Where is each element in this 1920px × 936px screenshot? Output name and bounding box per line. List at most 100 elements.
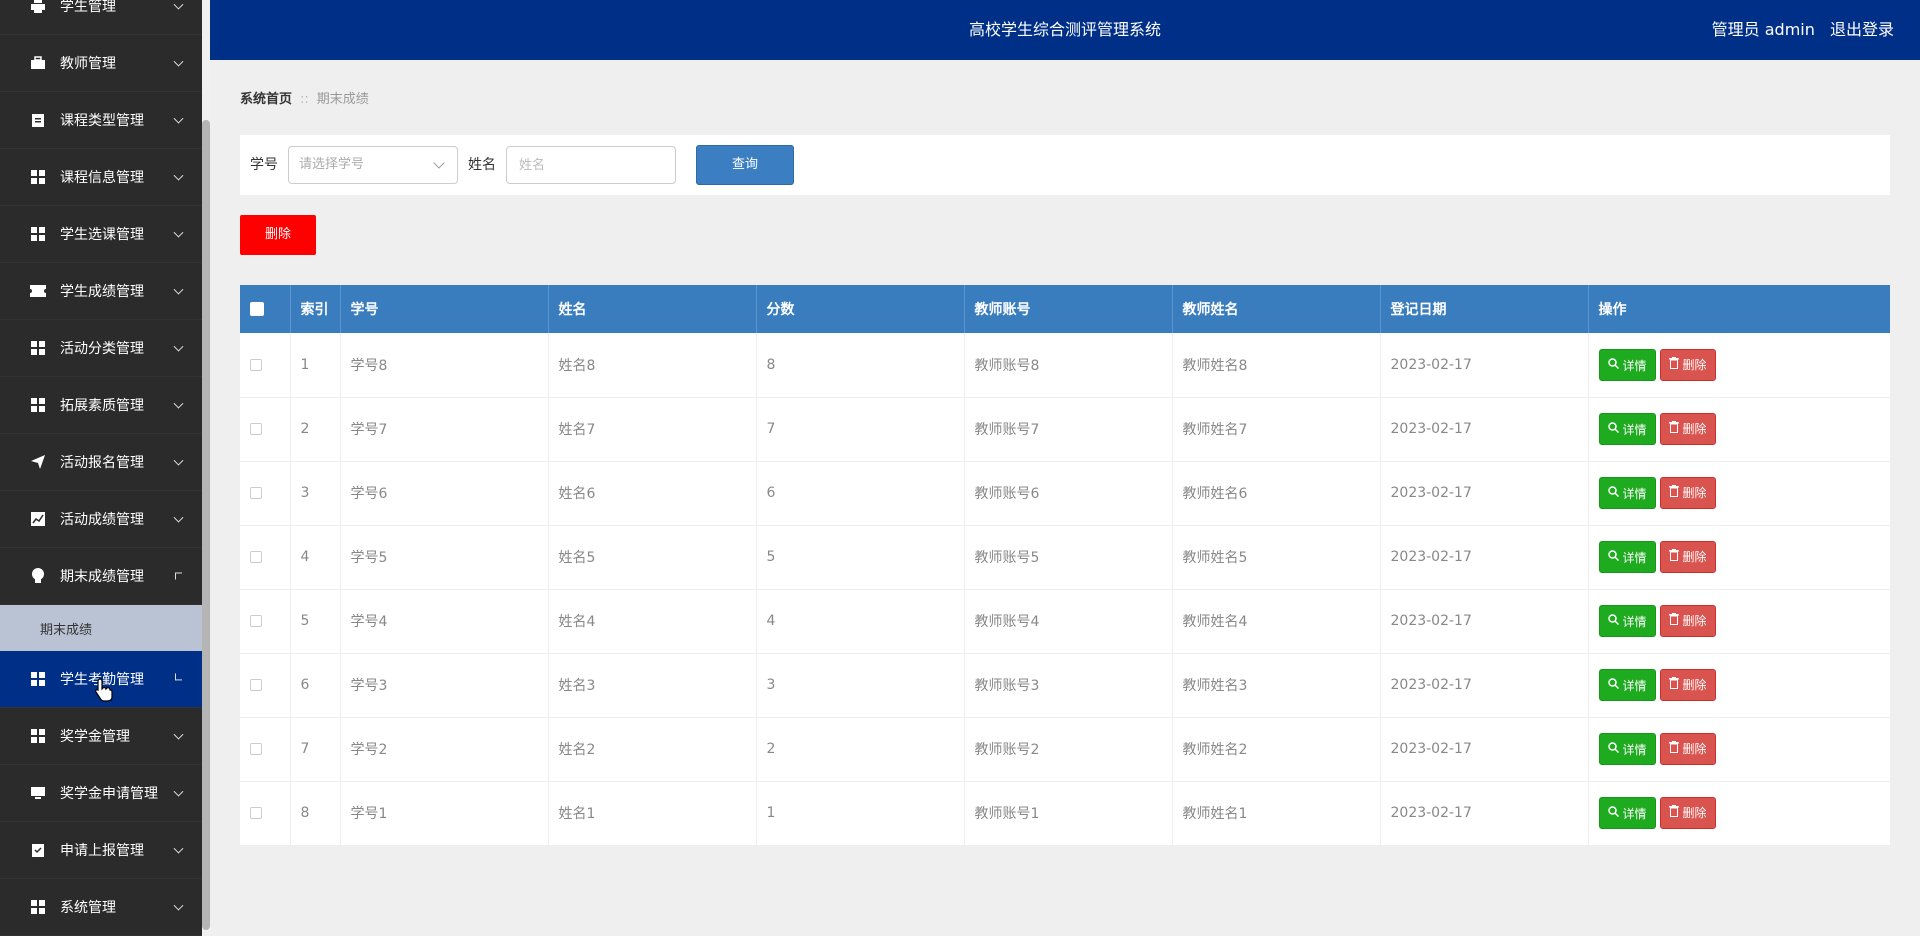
remove-button[interactable]: 删除 xyxy=(1659,348,1716,381)
chevron-down-icon xyxy=(173,512,184,523)
remove-button[interactable]: 删除 xyxy=(1659,412,1716,445)
grid-icon xyxy=(30,169,46,185)
table-row[interactable]: 6 学号3 姓名3 3 教师账号3 教师姓名3 2023-02-17 详情 删除 xyxy=(240,653,1890,718)
sidebar-item-course-selection[interactable]: 学生选课管理 xyxy=(0,206,202,263)
column-header[interactable]: 教师姓名 xyxy=(1172,285,1381,333)
detail-button[interactable]: 详情 xyxy=(1598,349,1656,381)
row-checkbox[interactable] xyxy=(250,487,262,499)
student-id-cell: 学号7 xyxy=(340,397,549,462)
name-cell: 姓名1 xyxy=(548,781,757,846)
sidebar-item-final-grades[interactable]: 期末成绩管理 xyxy=(0,548,202,605)
column-header[interactable]: 分数 xyxy=(756,285,965,333)
detail-button[interactable]: 详情 xyxy=(1598,541,1656,574)
row-checkbox[interactable] xyxy=(250,743,262,755)
grid-icon xyxy=(30,728,46,744)
row-checkbox[interactable] xyxy=(250,551,262,563)
search-bar: 学号 请选择学号 姓名 查询 xyxy=(240,135,1890,195)
sidebar-item-system[interactable]: 系统管理 xyxy=(0,879,202,936)
table-row[interactable]: 5 学号4 姓名4 4 教师账号4 教师姓名4 2023-02-17 详情 删除 xyxy=(240,589,1890,654)
table-row[interactable]: 2 学号7 姓名7 7 教师账号7 教师姓名7 2023-02-17 详情 删除 xyxy=(240,397,1890,462)
remove-label: 删除 xyxy=(1682,358,1707,372)
row-checkbox[interactable] xyxy=(250,807,262,819)
index-cell: 3 xyxy=(290,461,341,526)
row-checkbox[interactable] xyxy=(250,358,262,371)
breadcrumb-separator: :: xyxy=(300,92,309,107)
detail-button[interactable]: 详情 xyxy=(1598,733,1656,766)
sidebar-item-student-grades[interactable]: 学生成绩管理 xyxy=(0,263,202,320)
trash-icon xyxy=(1668,357,1683,372)
select-all-checkbox[interactable] xyxy=(250,302,264,316)
remove-button[interactable]: 删除 xyxy=(1659,732,1716,765)
breadcrumb-home[interactable]: 系统首页 xyxy=(240,92,292,107)
sidebar-item-activity-categories[interactable]: 活动分类管理 xyxy=(0,320,202,377)
table-row[interactable]: 3 学号6 姓名6 6 教师账号6 教师姓名6 2023-02-17 详情 删除 xyxy=(240,461,1890,526)
row-checkbox[interactable] xyxy=(250,615,262,627)
remove-button[interactable]: 删除 xyxy=(1659,668,1716,701)
sidebar-item-activity-registration[interactable]: 活动报名管理 xyxy=(0,434,202,491)
sidebar-item-students[interactable]: 学生管理 xyxy=(0,0,202,35)
score-cell: 8 xyxy=(756,333,965,398)
breadcrumb: 系统首页:: 期末成绩 xyxy=(240,88,369,107)
sidebar-item-label: 申请上报管理 xyxy=(60,843,144,859)
search-icon xyxy=(1607,486,1623,500)
remove-button[interactable]: 删除 xyxy=(1659,476,1716,509)
column-header[interactable]: 姓名 xyxy=(548,285,757,333)
index-cell: 6 xyxy=(290,653,341,718)
student-id-select[interactable]: 请选择学号 xyxy=(288,146,458,184)
detail-button[interactable]: 详情 xyxy=(1598,669,1656,702)
date-cell: 2023-02-17 xyxy=(1380,333,1589,398)
table-header-row: 索引 学号 姓名 分数 教师账号 教师姓名 登记日期 操作 xyxy=(240,285,1890,333)
score-cell: 2 xyxy=(756,717,965,782)
column-header[interactable]: 教师账号 xyxy=(964,285,1173,333)
remove-button[interactable]: 删除 xyxy=(1659,540,1716,573)
column-header[interactable]: 索引 xyxy=(290,285,341,333)
query-button[interactable]: 查询 xyxy=(696,145,794,185)
logout-link[interactable]: 退出登录 xyxy=(1830,20,1894,39)
printer-icon xyxy=(30,0,46,14)
row-checkbox[interactable] xyxy=(250,679,262,691)
sidebar-item-extended-quality[interactable]: 拓展素质管理 xyxy=(0,377,202,434)
student-id-label: 学号 xyxy=(250,157,278,173)
sidebar-menu: 学生管理 教师管理 课程类型管理 课程信息管理 学生选课管理 学生成绩管理 活动… xyxy=(0,0,202,936)
name-cell: 姓名8 xyxy=(548,333,757,398)
chevron-down-icon xyxy=(173,56,184,67)
row-checkbox-cell xyxy=(240,525,291,590)
column-header[interactable]: 学号 xyxy=(340,285,549,333)
student-id-cell: 学号8 xyxy=(340,333,549,398)
chevron-down-icon xyxy=(173,398,184,409)
detail-button[interactable]: 详情 xyxy=(1598,797,1656,830)
top-header: 高校学生综合测评管理系统 管理员 admin 退出登录 xyxy=(210,0,1920,60)
table-row[interactable]: 7 学号2 姓名2 2 教师账号2 教师姓名2 2023-02-17 详情 删除 xyxy=(240,717,1890,782)
table-row[interactable]: 8 学号1 姓名1 1 教师账号1 教师姓名1 2023-02-17 详情 删除 xyxy=(240,781,1890,846)
remove-button[interactable]: 删除 xyxy=(1659,796,1716,829)
teacher-name-cell: 教师姓名6 xyxy=(1172,461,1381,526)
chevron-down-icon xyxy=(173,0,184,10)
sidebar-item-course-info[interactable]: 课程信息管理 xyxy=(0,149,202,206)
grid-icon xyxy=(30,226,46,242)
sidebar-scrollbar-thumb[interactable] xyxy=(202,120,210,930)
batch-delete-button[interactable]: 删除 xyxy=(240,215,316,255)
table-row[interactable]: 1 学号8 姓名8 8 教师账号8 教师姓名8 2023-02-17 详情 删除 xyxy=(240,333,1890,398)
row-checkbox-cell xyxy=(240,589,291,654)
row-checkbox[interactable] xyxy=(250,423,262,435)
submenu-item-final-grades[interactable]: 期末成绩 xyxy=(0,605,202,651)
sidebar-item-scholarship[interactable]: 奖学金管理 xyxy=(0,708,202,765)
actions-cell: 详情 删除 xyxy=(1588,653,1890,718)
date-cell: 2023-02-17 xyxy=(1380,461,1589,526)
remove-button[interactable]: 删除 xyxy=(1659,604,1716,637)
sidebar-item-activity-grades[interactable]: 活动成绩管理 xyxy=(0,491,202,548)
column-header[interactable]: 登记日期 xyxy=(1380,285,1589,333)
detail-button[interactable]: 详情 xyxy=(1598,605,1656,638)
sidebar-item-scholarship-application[interactable]: 奖学金申请管理 xyxy=(0,765,202,822)
name-input[interactable] xyxy=(506,146,676,184)
detail-button[interactable]: 详情 xyxy=(1598,477,1656,510)
sidebar-item-course-types[interactable]: 课程类型管理 xyxy=(0,92,202,149)
chart-icon xyxy=(30,511,46,527)
score-cell: 3 xyxy=(756,653,965,718)
table-row[interactable]: 4 学号5 姓名5 5 教师账号5 教师姓名5 2023-02-17 详情 删除 xyxy=(240,525,1890,590)
date-cell: 2023-02-17 xyxy=(1380,397,1589,462)
sidebar-item-application-report[interactable]: 申请上报管理 xyxy=(0,822,202,879)
actions-cell: 详情 删除 xyxy=(1588,397,1890,462)
detail-button[interactable]: 详情 xyxy=(1598,413,1656,446)
sidebar-item-teachers[interactable]: 教师管理 xyxy=(0,35,202,92)
